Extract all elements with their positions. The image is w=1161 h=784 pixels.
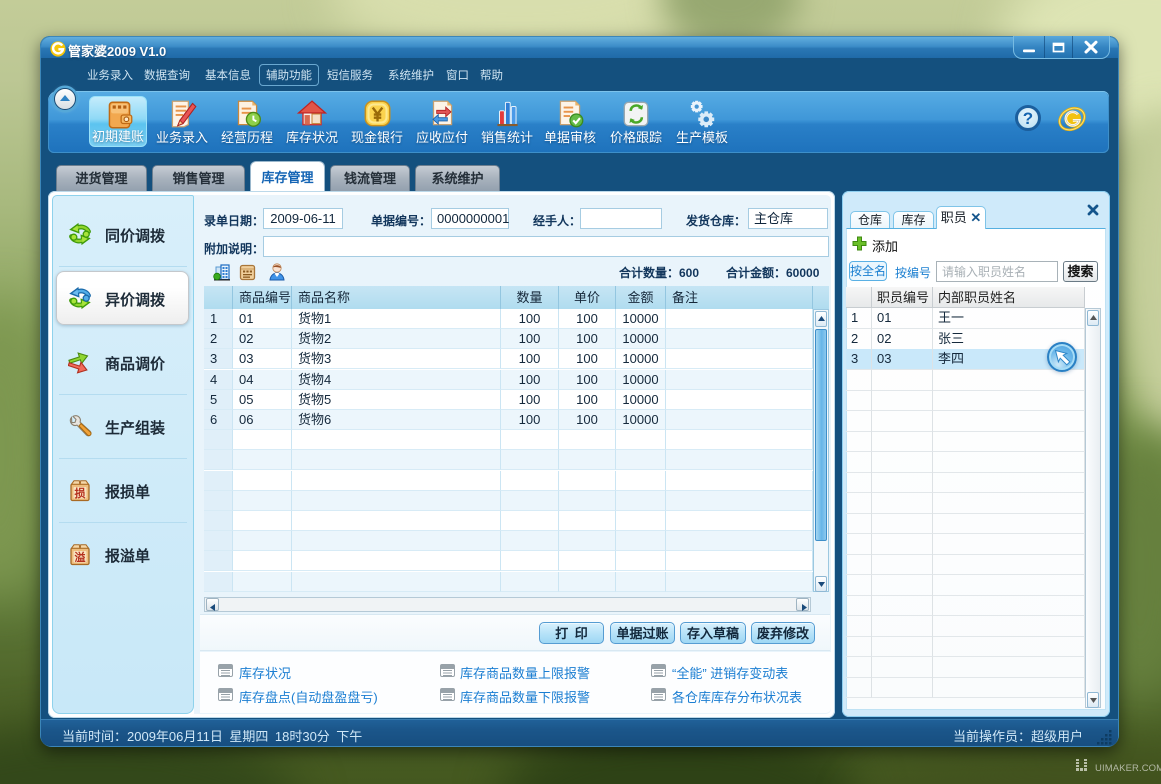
svg-text:溢: 溢 — [75, 550, 86, 564]
svg-text:损: 损 — [75, 486, 86, 500]
